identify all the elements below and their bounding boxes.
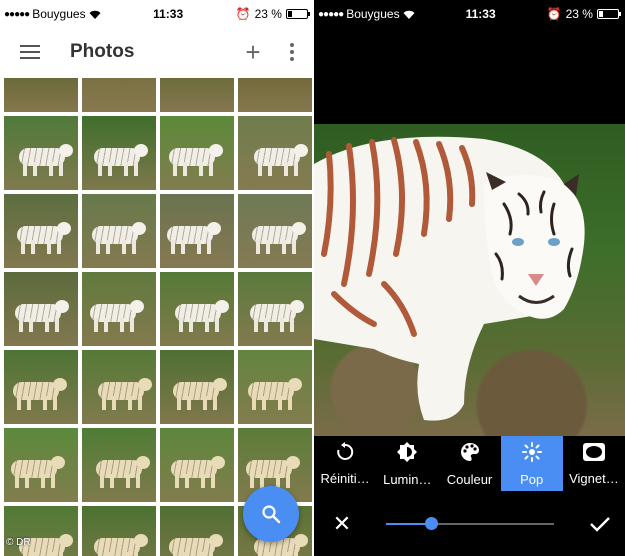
photo-thumbnail[interactable] [238,272,312,346]
page-title: Photos [70,41,135,62]
photo-thumbnail[interactable] [238,116,312,190]
photo-thumbnail[interactable] [238,350,312,424]
photo-thumbnail[interactable] [82,78,156,112]
photo-thumbnail[interactable] [160,194,234,268]
photo-thumbnail[interactable] [82,506,156,556]
signal-icon: ●●●●● [318,8,344,20]
photo-thumbnail[interactable] [82,116,156,190]
tool-pop[interactable]: Pop [500,436,563,491]
checkmark-icon [590,516,610,532]
wifi-icon [89,10,101,19]
tool-label: Vignet… [569,470,619,486]
signal-icon: ●●●●● [4,8,30,20]
photo-thumbnail[interactable] [238,194,312,268]
photo-thumbnail[interactable] [160,272,234,346]
clock: 11:33 [465,7,496,21]
alarm-icon: ⏰ [546,7,562,21]
search-button[interactable] [243,486,299,542]
tool-vignette[interactable]: Vignet… [563,436,625,491]
search-icon [262,505,281,524]
close-icon[interactable]: ✕ [314,511,370,537]
carrier-name: Bouygues [346,7,400,21]
status-bar: ●●●●● Bouygues 11:33 ⏰ 23 % [314,0,625,28]
add-icon[interactable]: + [238,39,268,65]
editor-screen: ●●●●● Bouygues 11:33 ⏰ 23 % Réiniti… Lum… [314,0,625,556]
intensity-slider[interactable] [386,516,554,530]
slider-handle[interactable] [425,516,439,530]
copyright-watermark: © DR [6,537,31,548]
carrier-name: Bouygues [32,7,86,21]
photo-thumbnail[interactable] [82,194,156,268]
tiger-image [314,136,585,421]
photo-thumbnail[interactable] [82,428,156,502]
photo-thumbnail[interactable] [82,272,156,346]
brightness-icon [396,441,418,466]
photo-thumbnail[interactable] [160,350,234,424]
vignette-icon [582,442,606,465]
alarm-icon: ⏰ [235,7,251,21]
more-options-icon[interactable] [282,43,302,61]
photo-thumbnail[interactable] [160,428,234,502]
photo-thumbnail[interactable] [4,428,78,502]
battery-icon [285,9,310,19]
photo-thumbnail[interactable] [160,116,234,190]
pop-icon [521,441,543,466]
tool-label: Lumin… [383,471,432,487]
photo-thumbnail[interactable] [82,350,156,424]
status-bar: ●●●●● Bouygues 11:33 ⏰ 23 % [0,0,314,28]
adjustment-toolbar: Réiniti… Lumin… Couleur Pop Vignet… [314,436,625,491]
confirm-button[interactable] [575,515,625,533]
reset-icon [335,441,355,465]
photo-thumbnail[interactable] [4,272,78,346]
slider-row: ✕ [314,491,625,556]
photo-thumbnail[interactable] [160,506,234,556]
photo-thumbnail[interactable] [4,78,78,112]
photos-screen: ●●●●● Bouygues 11:33 ⏰ 23 % Photos + © D… [0,0,314,556]
tool-brightness[interactable]: Lumin… [376,436,438,491]
tool-label: Couleur [446,471,493,487]
tool-label: Pop [520,471,544,487]
battery-icon [596,9,621,19]
photo-thumbnail[interactable] [4,350,78,424]
tool-reset[interactable]: Réiniti… [314,436,376,491]
photo-thumbnail[interactable] [4,506,78,556]
clock: 11:33 [153,7,184,21]
battery-percent: 23 % [254,7,282,21]
photo-thumbnail[interactable] [4,116,78,190]
photo-thumbnail[interactable] [238,78,312,112]
photo-thumbnail[interactable] [4,194,78,268]
tool-palette[interactable]: Couleur [438,436,500,491]
photo-grid [4,78,314,556]
photo-thumbnail[interactable] [160,78,234,112]
battery-fill [598,11,604,17]
app-bar: Photos + [0,28,314,76]
battery-fill [287,11,293,17]
palette-icon [459,441,481,466]
battery-percent: 23 % [565,7,593,21]
menu-icon[interactable] [20,45,40,59]
edited-photo [314,124,625,436]
tool-label: Réiniti… [320,470,370,486]
wifi-icon [403,10,415,19]
